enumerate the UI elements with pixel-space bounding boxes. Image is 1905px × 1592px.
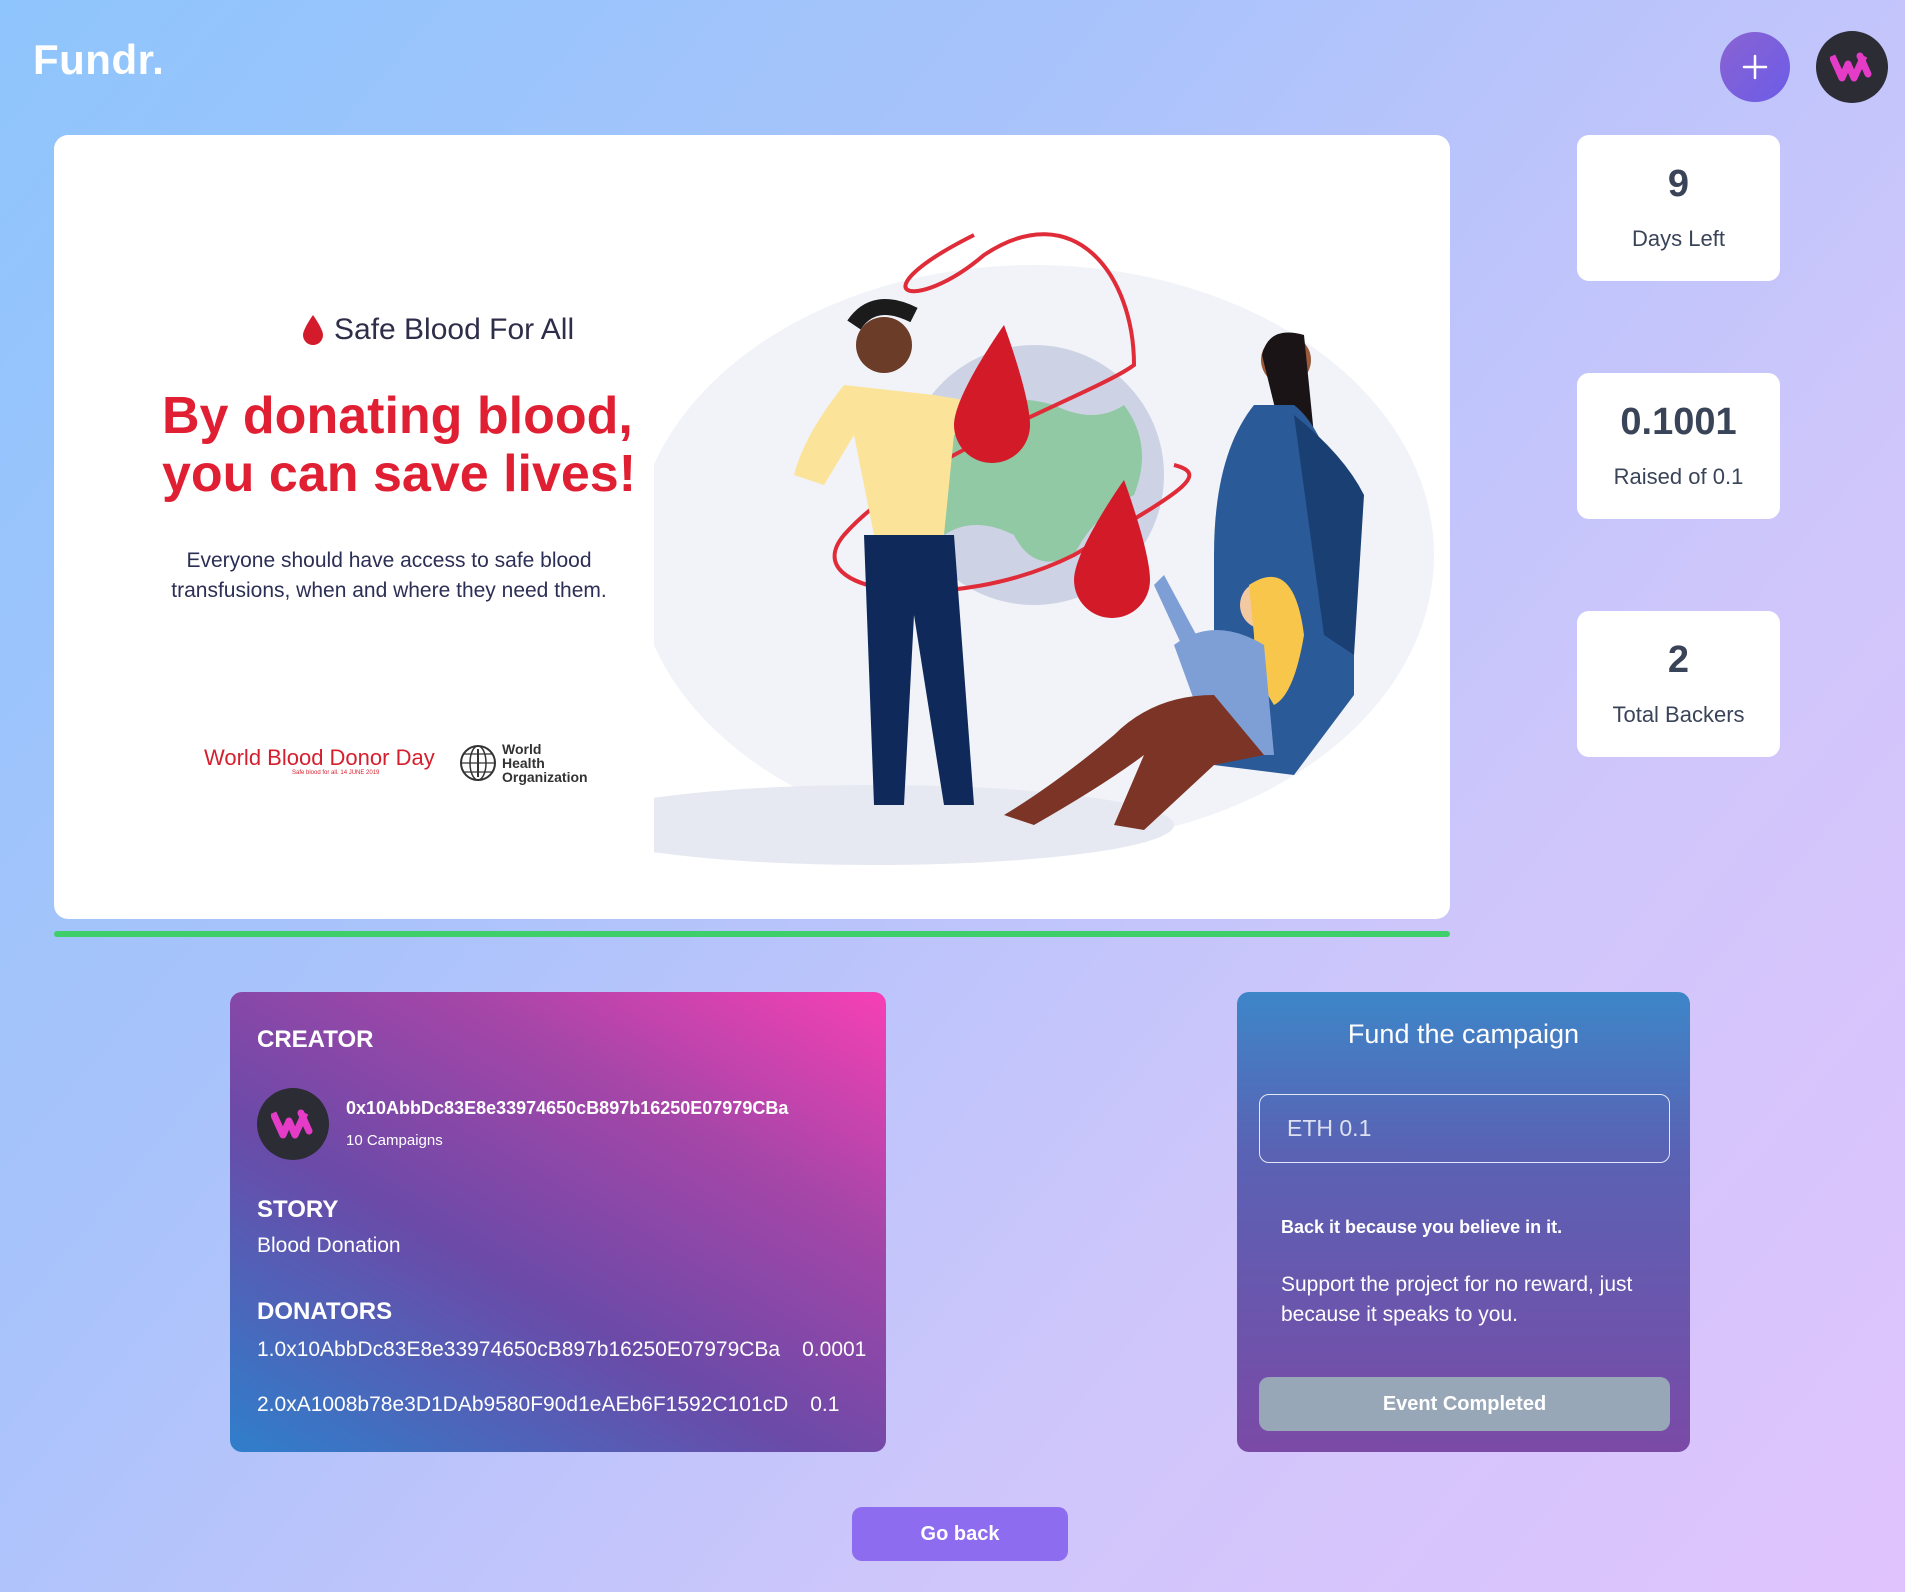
days-left-card: 9 Days Left [1577, 135, 1780, 281]
raised-card: 0.1001 Raised of 0.1 [1577, 373, 1780, 519]
days-left-value: 9 [1667, 163, 1690, 205]
total-backers-card: 2 Total Backers [1577, 611, 1780, 757]
story-text: Blood Donation [257, 1234, 401, 1257]
w-logo-icon [271, 1109, 313, 1139]
creator-card: CREATOR 0x10AbbDc83E8e33974650cB897b1625… [230, 992, 886, 1452]
donator-address: 2.0xA1008b78e3D1DAb9580F90d1eAEb6F1592C1… [257, 1393, 789, 1416]
days-left-label: Days Left [1632, 226, 1725, 251]
world-blood-donor-day-logo: World Blood Donor Day [204, 745, 435, 770]
banner-subtext: Everyone should have access to safe bloo… [171, 549, 607, 602]
who-emblem-icon [460, 745, 496, 781]
total-backers-label: Total Backers [1612, 702, 1745, 727]
tagline-text: Safe Blood For All [334, 313, 575, 346]
event-completed-button[interactable]: Event Completed [1259, 1377, 1670, 1431]
raised-value: 0.1001 [1620, 401, 1737, 443]
raised-label: Raised of 0.1 [1613, 464, 1744, 489]
eth-amount-input[interactable] [1259, 1094, 1670, 1163]
donators-heading: DONATORS [257, 1298, 393, 1325]
creator-address: 0x10AbbDc83E8e33974650cB897b16250E07979C… [346, 1098, 789, 1118]
who-text: World Health Organization [502, 741, 588, 785]
funding-progress-fill [54, 931, 1450, 937]
fund-title: Fund the campaign [1347, 1019, 1580, 1049]
add-campaign-button[interactable] [1720, 32, 1790, 102]
creator-avatar[interactable] [257, 1088, 329, 1160]
total-backers-value: 2 [1667, 639, 1690, 681]
blood-drop-icon [303, 315, 323, 345]
banner-headline: By donating blood, you can save lives! [162, 387, 637, 503]
plus-icon [1742, 54, 1768, 80]
donator-address: 1.0x10AbbDc83E8e33974650cB897b16250E0797… [257, 1338, 781, 1361]
creator-campaign-count: 10 Campaigns [346, 1132, 443, 1149]
fund-tagline: Back it because you believe in it. [1281, 1217, 1563, 1237]
banner-tagline: Safe Blood For All [302, 313, 574, 347]
campaign-image: Safe Blood For All By donating blood, yo… [54, 135, 1450, 919]
fund-campaign-card: Fund the campaign Back it because you be… [1237, 992, 1690, 1452]
app-logo[interactable]: Fundr. [33, 36, 164, 84]
fund-description: Support the project for no reward, just … [1281, 1273, 1633, 1326]
donator-row: 2.0xA1008b78e3D1DAb9580F90d1eAEb6F1592C1… [257, 1393, 839, 1417]
creator-heading: CREATOR [257, 1026, 374, 1053]
go-back-button[interactable]: Go back [852, 1507, 1068, 1561]
donor-illustration [654, 232, 1434, 865]
who-logo: World Health Organization [458, 741, 588, 785]
donator-row: 1.0x10AbbDc83E8e33974650cB897b16250E0797… [257, 1338, 866, 1362]
donator-amount: 0.1 [810, 1393, 840, 1416]
donator-amount: 0.0001 [802, 1338, 867, 1361]
wbdd-subtitle: Safe blood for all. 14 JUNE 2019 [292, 770, 380, 776]
profile-avatar[interactable] [1816, 31, 1888, 103]
w-logo-icon [1830, 52, 1872, 82]
story-heading: STORY [257, 1196, 339, 1223]
funding-progress-bar [54, 931, 1450, 937]
